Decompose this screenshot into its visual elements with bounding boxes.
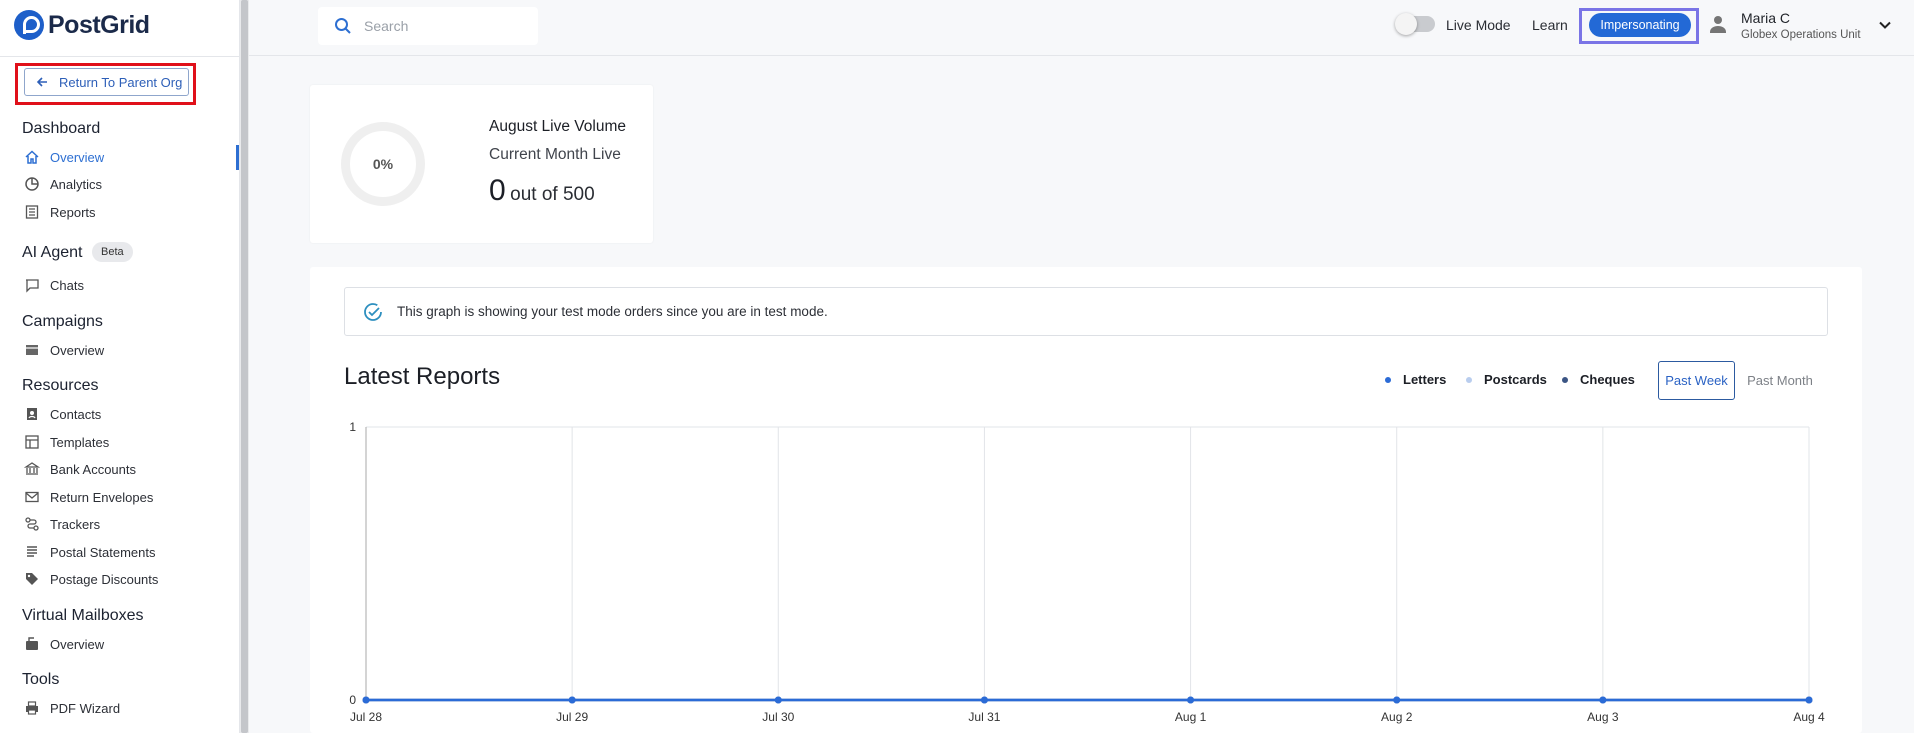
volume-card-subtitle: Current Month Live: [489, 146, 621, 163]
pie-chart-icon: [24, 176, 40, 192]
legend-label: Cheques: [1580, 372, 1635, 387]
sidebar-item-chats[interactable]: Chats: [24, 274, 84, 296]
brand-logo[interactable]: PostGrid: [14, 9, 150, 41]
sidebar-item-trackers[interactable]: Trackers: [24, 513, 100, 535]
sidebar-item-postage-discounts[interactable]: Postage Discounts: [24, 568, 158, 590]
legend-dot: [1466, 376, 1472, 383]
brand-name: PostGrid: [48, 10, 150, 39]
sidebar-item-bank-accounts[interactable]: Bank Accounts: [24, 458, 136, 480]
return-button-label: Return To Parent Org: [59, 74, 183, 90]
report-list-icon: [24, 204, 40, 220]
sidebar-item-label: Templates: [50, 434, 110, 450]
contacts-icon: [24, 406, 40, 422]
learn-link[interactable]: Learn: [1532, 17, 1568, 33]
tag-icon: [24, 571, 40, 587]
scrollbar-thumb[interactable]: [241, 0, 248, 733]
range-past-week-button[interactable]: Past Week: [1658, 361, 1735, 400]
active-indicator: [236, 145, 239, 170]
sidebar-item-label: Analytics: [50, 176, 103, 192]
legend-label: Postcards: [1484, 372, 1547, 387]
sidebar-item-label: Trackers: [50, 516, 101, 532]
search-icon: [335, 18, 351, 34]
sidebar-item-label: Return Envelopes: [50, 489, 154, 505]
section-campaigns: Campaigns: [22, 313, 103, 330]
legend-dot: [1385, 376, 1391, 383]
volume-count-suffix: out of 500: [510, 184, 595, 205]
route-icon: [24, 516, 40, 532]
beta-badge: Beta: [92, 242, 133, 262]
sidebar-item-label: Reports: [50, 204, 96, 220]
sidebar-item-pdf-wizard[interactable]: PDF Wizard: [24, 697, 120, 719]
sidebar-item-label: Postal Statements: [50, 544, 156, 560]
volume-progress-ring: 0%: [341, 122, 425, 206]
sidebar-item-postal-statements[interactable]: Postal Statements: [24, 541, 156, 563]
arrow-left-icon: [36, 77, 47, 87]
range-past-month-button[interactable]: Past Month: [1740, 361, 1820, 400]
section-ai-agent: AI Agent: [22, 244, 83, 261]
notice-text: This graph is showing your test mode ord…: [397, 304, 828, 319]
sidebar-item-label: Postage Discounts: [50, 571, 159, 587]
volume-card-title: August Live Volume: [489, 118, 627, 135]
printer-icon: [24, 700, 40, 716]
legend-postcards[interactable]: Postcards: [1466, 372, 1547, 387]
sidebar-item-label: Overview: [50, 636, 105, 652]
sidebar-item-label: Overview: [50, 149, 105, 165]
sidebar-item-contacts[interactable]: Contacts: [24, 403, 101, 425]
reports-title: Latest Reports: [344, 363, 501, 390]
user-org[interactable]: Globex Operations Unit: [1741, 29, 1861, 41]
toggle-knob: [1395, 13, 1417, 35]
check-circle-icon: [364, 302, 382, 321]
search-input[interactable]: [364, 18, 514, 34]
mailbox-icon: [24, 636, 40, 652]
home-icon: [24, 149, 40, 165]
sidebar: PostGrid Return To Parent Org Dashboard …: [0, 0, 240, 733]
legend-cheques[interactable]: Cheques: [1562, 372, 1635, 387]
sidebar-item-label: Chats: [50, 277, 84, 293]
legend-letters[interactable]: Letters: [1385, 372, 1446, 387]
search-box[interactable]: [318, 7, 538, 45]
reports-card: [310, 267, 1862, 733]
sidebar-scrollbar[interactable]: [240, 0, 249, 733]
sidebar-item-label: Bank Accounts: [50, 461, 136, 477]
sidebar-item-dashboard-overview[interactable]: Overview: [24, 146, 104, 168]
mail-stack-icon: [24, 342, 40, 358]
section-resources: Resources: [22, 377, 99, 394]
bank-icon: [24, 461, 40, 477]
sidebar-item-return-envelopes[interactable]: Return Envelopes: [24, 486, 153, 508]
impersonating-badge[interactable]: Impersonating: [1589, 13, 1691, 37]
statement-icon: [24, 544, 40, 560]
legend-dot: [1562, 376, 1568, 383]
test-mode-notice: This graph is showing your test mode ord…: [344, 287, 1828, 336]
legend-label: Letters: [1403, 372, 1447, 387]
live-mode-toggle[interactable]: [1395, 13, 1435, 35]
sidebar-item-mailboxes-overview[interactable]: Overview: [24, 633, 104, 655]
sidebar-item-analytics[interactable]: Analytics: [24, 173, 102, 195]
sidebar-item-templates[interactable]: Templates: [24, 431, 109, 453]
section-virtual-mailboxes: Virtual Mailboxes: [22, 607, 144, 624]
chat-bubble-icon: [24, 277, 40, 293]
user-name[interactable]: Maria C: [1741, 10, 1790, 26]
sidebar-divider: [0, 56, 240, 57]
sidebar-item-reports[interactable]: Reports: [24, 201, 96, 223]
sidebar-item-label: Overview: [50, 342, 105, 358]
postgrid-logo-icon: [14, 10, 44, 40]
volume-count: 0 out of 500: [489, 174, 595, 208]
sidebar-item-label: PDF Wizard: [50, 700, 121, 716]
volume-count-value: 0: [489, 174, 506, 207]
live-mode-label: Live Mode: [1446, 17, 1511, 33]
section-tools: Tools: [22, 671, 60, 688]
sidebar-item-campaigns-overview[interactable]: Overview: [24, 339, 104, 361]
chevron-down-icon[interactable]: [1877, 17, 1893, 33]
envelope-icon: [24, 489, 40, 505]
section-dashboard: Dashboard: [22, 120, 101, 137]
return-to-parent-org-button[interactable]: Return To Parent Org: [24, 68, 189, 96]
volume-percent: 0%: [372, 156, 394, 172]
user-avatar-icon[interactable]: [1707, 13, 1729, 35]
sidebar-item-label: Contacts: [50, 406, 102, 422]
template-icon: [24, 434, 40, 450]
